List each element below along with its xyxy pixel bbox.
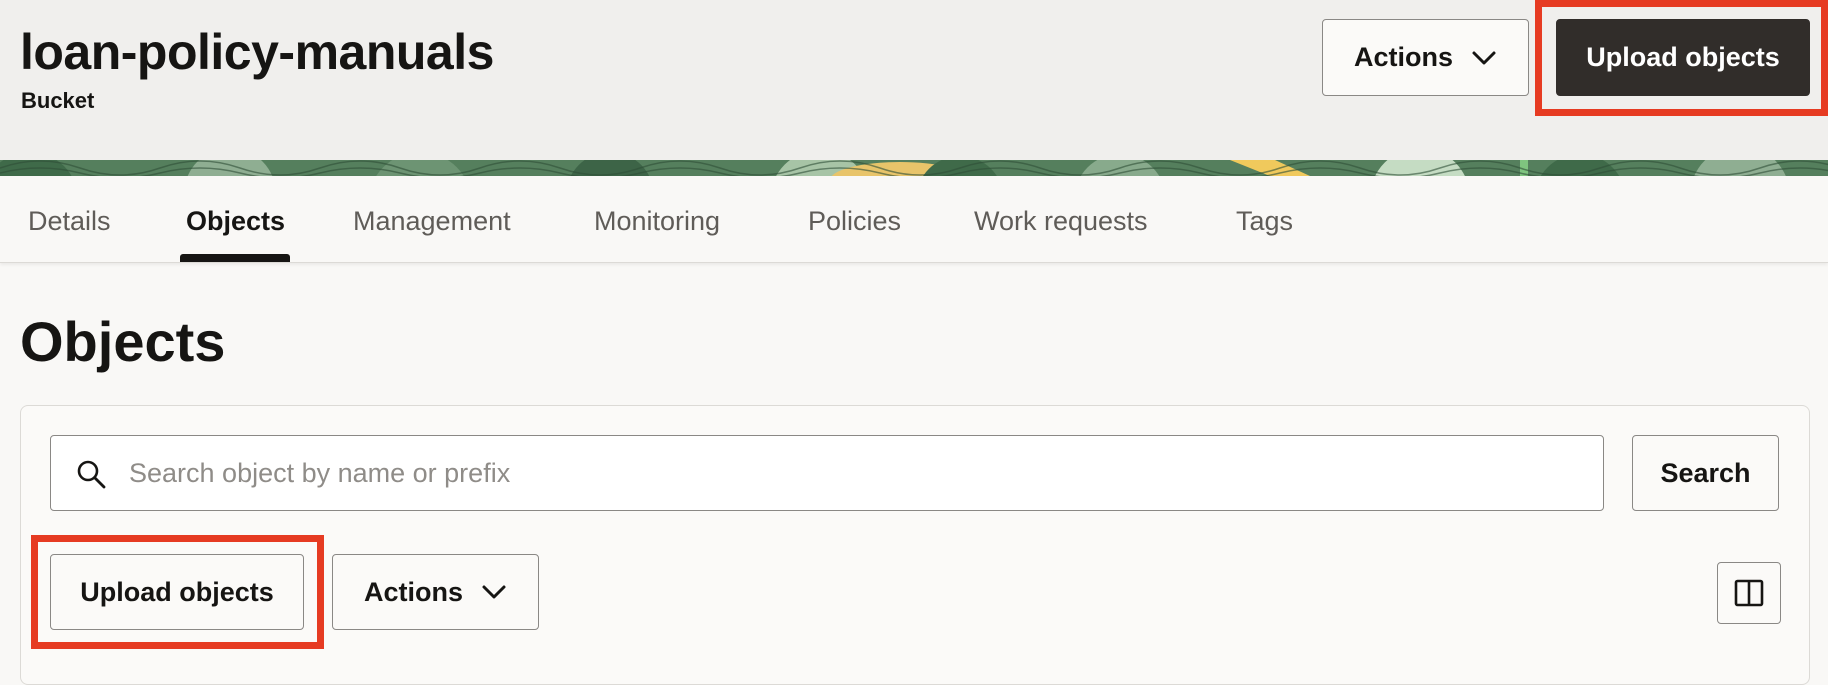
objects-actions-button[interactable]: Actions xyxy=(332,554,539,630)
resource-type-label: Bucket xyxy=(21,88,95,113)
tab-policies[interactable]: Policies xyxy=(808,176,901,262)
search-button-label: Search xyxy=(1660,457,1751,488)
tab-tags[interactable]: Tags xyxy=(1236,176,1293,262)
tab-work-requests[interactable]: Work requests xyxy=(974,176,1148,262)
header-upload-label: Upload objects xyxy=(1586,42,1780,72)
active-tab-indicator xyxy=(180,254,290,262)
objects-actions-label: Actions xyxy=(363,576,463,607)
header-upload-objects-button[interactable]: Upload objects xyxy=(1556,19,1810,96)
search-field[interactable] xyxy=(50,435,1604,511)
upload-objects-label: Upload objects xyxy=(80,576,274,607)
upload-objects-button[interactable]: Upload objects xyxy=(50,554,304,630)
chevron-down-icon xyxy=(482,585,506,599)
tab-details[interactable]: Details xyxy=(28,176,111,262)
page-header: loan-policy-manuals Bucket Actions Uploa… xyxy=(0,0,1828,160)
header-actions-label: Actions xyxy=(1353,42,1453,72)
column-layout-button[interactable] xyxy=(1717,562,1781,624)
search-icon xyxy=(77,460,106,489)
tab-bar: Details Objects Management Monitoring Po… xyxy=(0,176,1828,263)
tab-objects[interactable]: Objects xyxy=(186,176,285,262)
banner-pattern xyxy=(0,160,1828,176)
header-actions-button[interactable]: Actions xyxy=(1322,19,1529,96)
columns-icon xyxy=(1734,579,1764,607)
search-input[interactable] xyxy=(127,438,1591,508)
chevron-down-icon xyxy=(1472,51,1496,64)
decorative-banner xyxy=(0,160,1828,176)
bucket-name: loan-policy-manuals xyxy=(20,24,494,80)
tab-management[interactable]: Management xyxy=(353,176,511,262)
search-button[interactable]: Search xyxy=(1632,435,1779,511)
section-title: Objects xyxy=(20,310,226,373)
tab-monitoring[interactable]: Monitoring xyxy=(594,176,720,262)
